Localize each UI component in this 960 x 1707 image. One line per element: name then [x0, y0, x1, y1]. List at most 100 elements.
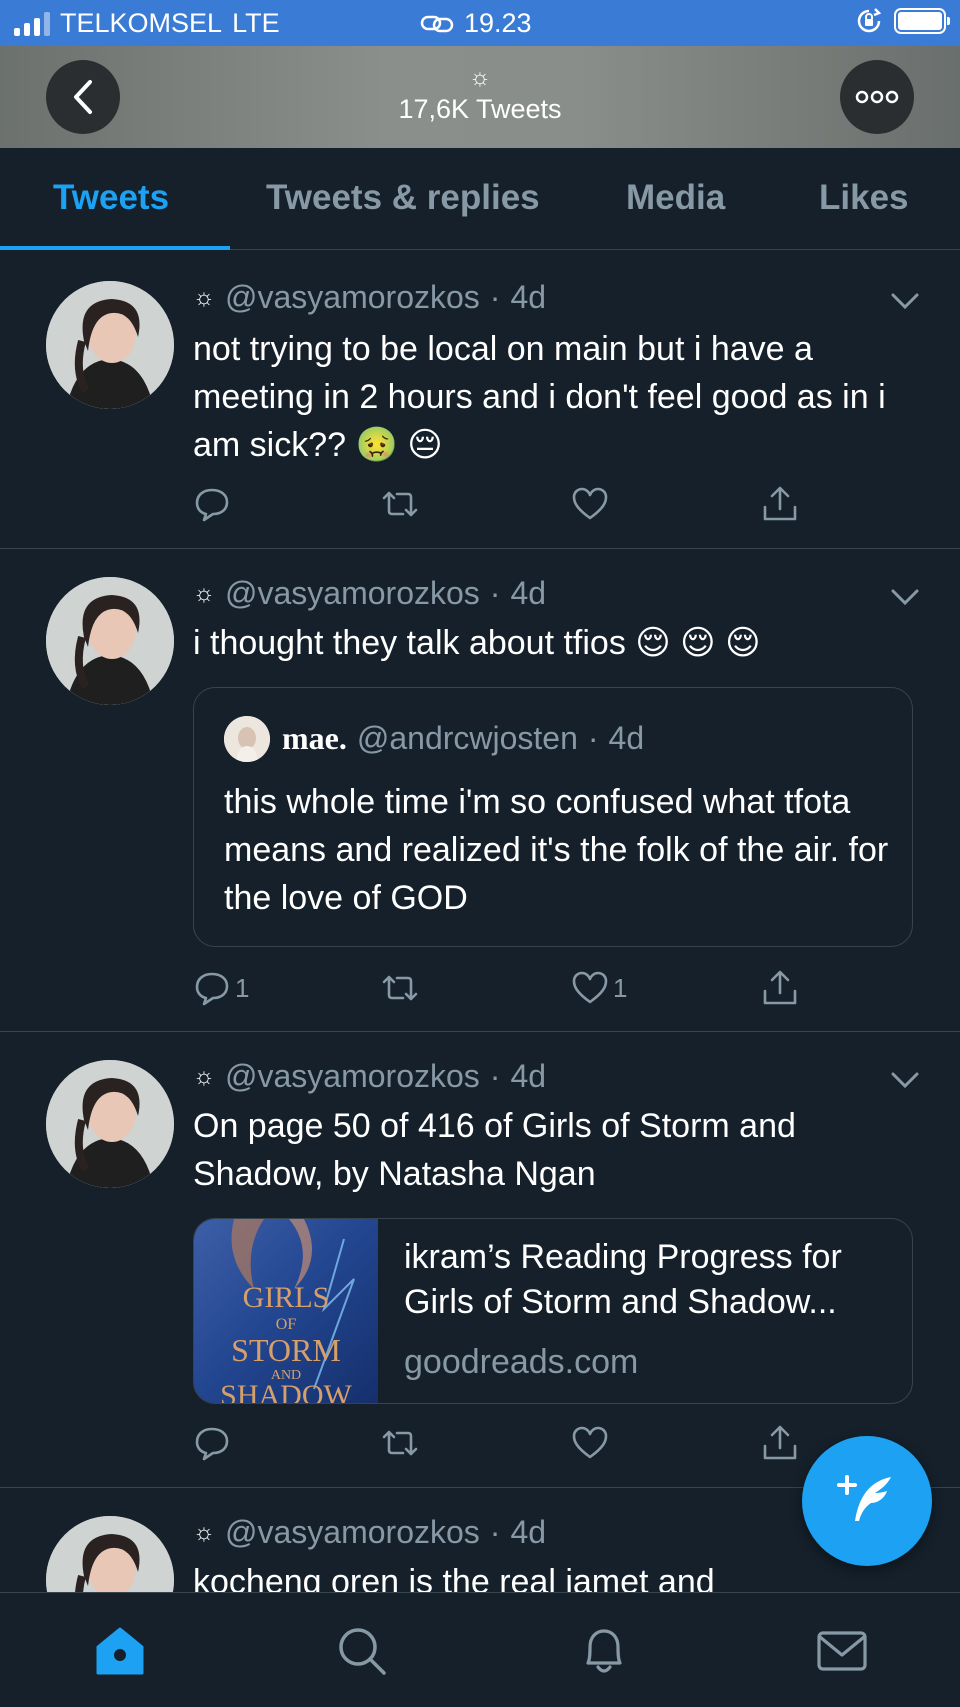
sun-icon: ☼ [193, 579, 215, 607]
separator-dot: · [587, 720, 599, 756]
compose-feather-icon [837, 1475, 891, 1521]
tab-tweets-and-replies[interactable]: Tweets & replies [266, 178, 540, 218]
separator-dot: · [489, 1514, 501, 1550]
share-button[interactable] [761, 1424, 799, 1462]
card-title: ikram’s Reading Progress for Girls of St… [404, 1238, 842, 1321]
retweet-icon [382, 491, 418, 517]
tab-media[interactable]: Media [626, 178, 725, 218]
retweet-icon [382, 1430, 418, 1456]
nav-messages[interactable] [814, 1623, 870, 1679]
reply-icon [195, 972, 229, 1006]
status-bar: TELKOMSEL LTE 19.23 [0, 0, 960, 46]
sun-icon: ☼ [469, 64, 491, 91]
reply-button[interactable] [193, 485, 235, 523]
quoted-handle: @andrcwjosten [356, 720, 578, 756]
tweet-actions [193, 1424, 833, 1464]
tweet-actions [193, 485, 833, 525]
compose-tweet-button[interactable] [802, 1436, 932, 1566]
like-button[interactable]: 1 [571, 969, 627, 1007]
profile-header-bar: ☼ 17,6K Tweets [0, 46, 960, 148]
cover-title: SHADOW [220, 1379, 352, 1404]
tweet-count: 17,6K Tweets [398, 94, 562, 124]
retweet-button[interactable] [381, 485, 419, 523]
retweet-button[interactable] [381, 969, 419, 1007]
search-icon [339, 1628, 386, 1675]
book-cover-image: GIRLS OF STORM AND SHADOW [194, 1219, 378, 1404]
carrier-name: TELKOMSEL [60, 8, 223, 38]
reply-button[interactable] [193, 1424, 235, 1462]
like-button[interactable] [571, 1424, 613, 1462]
share-button[interactable] [761, 969, 799, 1007]
avatar[interactable] [46, 577, 174, 705]
heart-icon [572, 487, 608, 520]
share-icon [763, 970, 797, 1005]
more-dots-icon [855, 90, 899, 104]
profile-tabs: Tweets Tweets & replies Media Likes [0, 148, 960, 250]
share-icon [763, 1425, 797, 1460]
battery-icon [894, 8, 950, 34]
rotation-lock-icon [857, 8, 882, 33]
reply-count: 1 [235, 972, 250, 1003]
nav-search[interactable] [334, 1623, 390, 1679]
avatar[interactable] [46, 281, 174, 409]
like-button[interactable] [571, 485, 613, 523]
tweet-handle[interactable]: @vasyamorozkos [225, 1514, 480, 1551]
tweet-meta: ☼ @vasyamorozkos · 4d [193, 1514, 546, 1551]
tweet-meta: ☼ @vasyamorozkos · 4d [193, 279, 546, 316]
notifications-bell-icon [586, 1629, 622, 1673]
quoted-tweet[interactable]: mae. @andrcwjosten · 4d this whole time … [193, 687, 913, 947]
nav-notifications[interactable] [576, 1623, 632, 1679]
tweet[interactable]: ☼ @vasyamorozkos · 4d On page 50 of 416 … [0, 1032, 960, 1488]
reply-icon [195, 488, 229, 522]
avatar[interactable] [46, 1516, 174, 1592]
quoted-tweet-meta: mae. @andrcwjosten · 4d [282, 720, 644, 757]
share-button[interactable] [761, 485, 799, 523]
quoted-time: 4d [608, 720, 645, 756]
link-card[interactable]: GIRLS OF STORM AND SHADOW ikram’s Readin… [193, 1218, 913, 1404]
retweet-button[interactable] [381, 1424, 419, 1462]
tweet-text: not trying to be local on main but i hav… [193, 330, 886, 464]
network-type: LTE [232, 8, 280, 38]
tweet-meta: ☼ @vasyamorozkos · 4d [193, 1058, 546, 1095]
tweet[interactable]: ☼ @vasyamorozkos · 4d not trying to be l… [0, 251, 960, 549]
separator-dot: · [489, 1058, 501, 1094]
tweet-text: kocheng oren is the real jamet and [193, 1563, 715, 1592]
chevron-down-icon[interactable] [890, 291, 920, 311]
chevron-down-icon[interactable] [890, 1070, 920, 1090]
vpn-link-icon [420, 15, 454, 32]
tab-likes[interactable]: Likes [819, 178, 909, 218]
sun-icon: ☼ [193, 1518, 215, 1546]
cover-title: GIRLS [243, 1281, 330, 1314]
share-icon [763, 486, 797, 521]
tweet-handle[interactable]: @vasyamorozkos [225, 575, 480, 612]
quoted-tweet-text: this whole time i'm so confused what tfo… [224, 783, 889, 917]
sun-icon: ☼ [193, 1062, 215, 1090]
tweet-time[interactable]: 4d [510, 1058, 546, 1095]
more-options-button[interactable] [840, 60, 914, 134]
retweet-icon [382, 975, 418, 1001]
tweet-time[interactable]: 4d [510, 1514, 546, 1551]
tweet-meta: ☼ @vasyamorozkos · 4d [193, 575, 546, 612]
tweet[interactable]: ☼ @vasyamorozkos · 4d i thought they tal… [0, 549, 960, 1032]
bottom-navigation [0, 1592, 960, 1707]
heart-icon [572, 1426, 608, 1459]
quoted-display-name: mae. [282, 720, 347, 756]
reply-button[interactable]: 1 [193, 969, 249, 1007]
cover-title: OF [276, 1316, 297, 1333]
reply-icon [195, 1427, 229, 1461]
tweet-handle[interactable]: @vasyamorozkos [225, 1058, 480, 1095]
tab-tweets[interactable]: Tweets [53, 178, 169, 218]
tweet-handle[interactable]: @vasyamorozkos [225, 279, 480, 316]
clock-time: 19.23 [464, 8, 532, 38]
separator-dot: · [489, 575, 501, 611]
home-icon [96, 1627, 144, 1675]
tweet-time[interactable]: 4d [510, 575, 546, 612]
nav-home[interactable] [92, 1623, 148, 1679]
avatar[interactable] [46, 1060, 174, 1188]
sun-icon: ☼ [193, 283, 215, 311]
chevron-down-icon[interactable] [890, 587, 920, 607]
quoted-avatar[interactable] [224, 716, 270, 762]
tweet-text: i thought they talk about tfios 😌 😌 😌 [193, 624, 761, 662]
tweet-time[interactable]: 4d [510, 279, 546, 316]
cover-title: STORM [231, 1332, 341, 1368]
